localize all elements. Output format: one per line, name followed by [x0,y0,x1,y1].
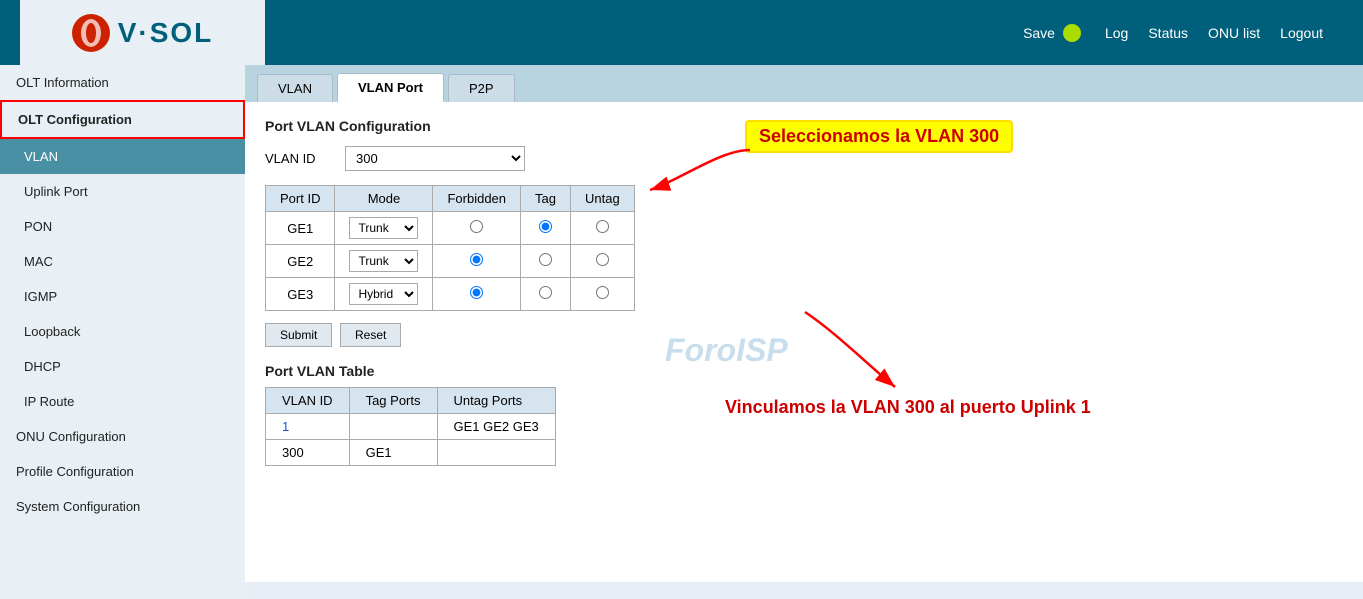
tag-ge2[interactable] [521,245,571,278]
forbidden-ge3[interactable] [433,278,521,311]
port-id-ge3: GE3 [266,278,335,311]
sidebar-item-igmp[interactable]: IGMP [0,279,245,314]
port-id-ge1: GE1 [266,212,335,245]
tab-bar: VLAN VLAN Port P2P [245,65,1363,102]
untag-radio-ge3[interactable] [596,286,609,299]
vlan-table-col-untag-ports: Untag Ports [437,388,555,414]
vlan-id-select[interactable]: 300 1 [345,146,525,171]
header-save-area: Save [1023,24,1081,42]
untag-ge2[interactable] [570,245,634,278]
sidebar-item-olt-information[interactable]: OLT Information [0,65,245,100]
untag-radio-ge1[interactable] [596,220,609,233]
mode-ge3[interactable]: Trunk Access Hybrid [335,278,433,311]
port-vlan-table: VLAN ID Tag Ports Untag Ports 1 GE1 GE2 … [265,387,556,466]
form-buttons: Submit Reset [265,323,1343,347]
sidebar-item-uplink-port[interactable]: Uplink Port [0,174,245,209]
table-row: GE3 Trunk Access Hybrid [266,278,635,311]
table-row: GE2 Trunk Access Hybrid [266,245,635,278]
forbidden-radio-ge1[interactable] [470,220,483,233]
port-vlan-config-title: Port VLAN Configuration [265,118,1343,134]
status-link[interactable]: Status [1148,25,1188,41]
vlan-table-col-vlan-id: VLAN ID [266,388,350,414]
sidebar-item-dhcp[interactable]: DHCP [0,349,245,384]
vlan-row-300-id: 300 [266,440,350,466]
vlan-row-300-untag [437,440,555,466]
annotation-arrow-2 [785,302,905,402]
sidebar-item-vlan[interactable]: VLAN [0,139,245,174]
mode-ge2[interactable]: Trunk Access Hybrid [335,245,433,278]
vlan-row-1-untag: GE1 GE2 GE3 [437,414,555,440]
col-tag: Tag [521,186,571,212]
vsol-logo-icon [72,14,110,52]
status-indicator [1063,24,1081,42]
vlan-id-row: VLAN ID 300 1 [265,146,1343,171]
tab-vlan[interactable]: VLAN [257,74,333,102]
sidebar-item-mac[interactable]: MAC [0,244,245,279]
header-nav: Log Status ONU list Logout [1105,25,1323,41]
reset-button[interactable]: Reset [340,323,401,347]
untag-radio-ge2[interactable] [596,253,609,266]
table-row: 1 GE1 GE2 GE3 [266,414,556,440]
mode-select-ge2[interactable]: Trunk Access Hybrid [349,250,418,272]
tab-vlan-port[interactable]: VLAN Port [337,73,444,102]
col-untag: Untag [570,186,634,212]
save-label[interactable]: Save [1023,25,1055,41]
sidebar-item-profile-configuration[interactable]: Profile Configuration [0,454,245,489]
sidebar-item-onu-configuration[interactable]: ONU Configuration [0,419,245,454]
tag-radio-ge2[interactable] [539,253,552,266]
annotation-vinculamos: Vinculamos la VLAN 300 al puerto Uplink … [725,397,1091,418]
sidebar-item-pon[interactable]: PON [0,209,245,244]
header: V·SOL Save Log Status ONU list Logout [0,0,1363,65]
header-right: Save Log Status ONU list Logout [265,24,1343,42]
onu-list-link[interactable]: ONU list [1208,25,1260,41]
port-config-table: Port ID Mode Forbidden Tag Untag GE1 Tru… [265,185,635,311]
tab-p2p[interactable]: P2P [448,74,515,102]
vlan-row-1-id: 1 [266,414,350,440]
col-forbidden: Forbidden [433,186,521,212]
forbidden-ge2[interactable] [433,245,521,278]
untag-ge1[interactable] [570,212,634,245]
vlan-row-300-tag: GE1 [349,440,437,466]
forbidden-radio-ge3[interactable] [470,286,483,299]
vlan-row-1-tag [349,414,437,440]
sidebar-item-olt-configuration[interactable]: OLT Configuration [0,100,245,139]
port-vlan-table-title: Port VLAN Table [265,363,1343,379]
mode-select-ge1[interactable]: Trunk Access Hybrid [349,217,418,239]
content-area: VLAN VLAN Port P2P Seleccionamos la VLAN… [245,65,1363,599]
vlan-id-label: VLAN ID [265,151,335,166]
forbidden-radio-ge2[interactable] [470,253,483,266]
logo-area: V·SOL [20,0,265,65]
col-port-id: Port ID [266,186,335,212]
sidebar: OLT Information OLT Configuration VLAN U… [0,65,245,599]
main-layout: OLT Information OLT Configuration VLAN U… [0,65,1363,599]
mode-select-ge3[interactable]: Trunk Access Hybrid [349,283,418,305]
vlan-table-col-tag-ports: Tag Ports [349,388,437,414]
log-link[interactable]: Log [1105,25,1128,41]
forbidden-ge1[interactable] [433,212,521,245]
untag-ge3[interactable] [570,278,634,311]
tag-ge1[interactable] [521,212,571,245]
logout-link[interactable]: Logout [1280,25,1323,41]
tag-radio-ge3[interactable] [539,286,552,299]
submit-button[interactable]: Submit [265,323,332,347]
table-row: 300 GE1 [266,440,556,466]
logo-text: V·SOL [118,17,214,49]
tag-ge3[interactable] [521,278,571,311]
mode-ge1[interactable]: Trunk Access Hybrid [335,212,433,245]
sidebar-item-loopback[interactable]: Loopback [0,314,245,349]
col-mode: Mode [335,186,433,212]
table-row: GE1 Trunk Access Hybrid [266,212,635,245]
sidebar-item-system-configuration[interactable]: System Configuration [0,489,245,524]
sidebar-item-ip-route[interactable]: IP Route [0,384,245,419]
port-id-ge2: GE2 [266,245,335,278]
content-body: Seleccionamos la VLAN 300 Port VLAN Conf… [245,102,1363,582]
tag-radio-ge1[interactable] [539,220,552,233]
